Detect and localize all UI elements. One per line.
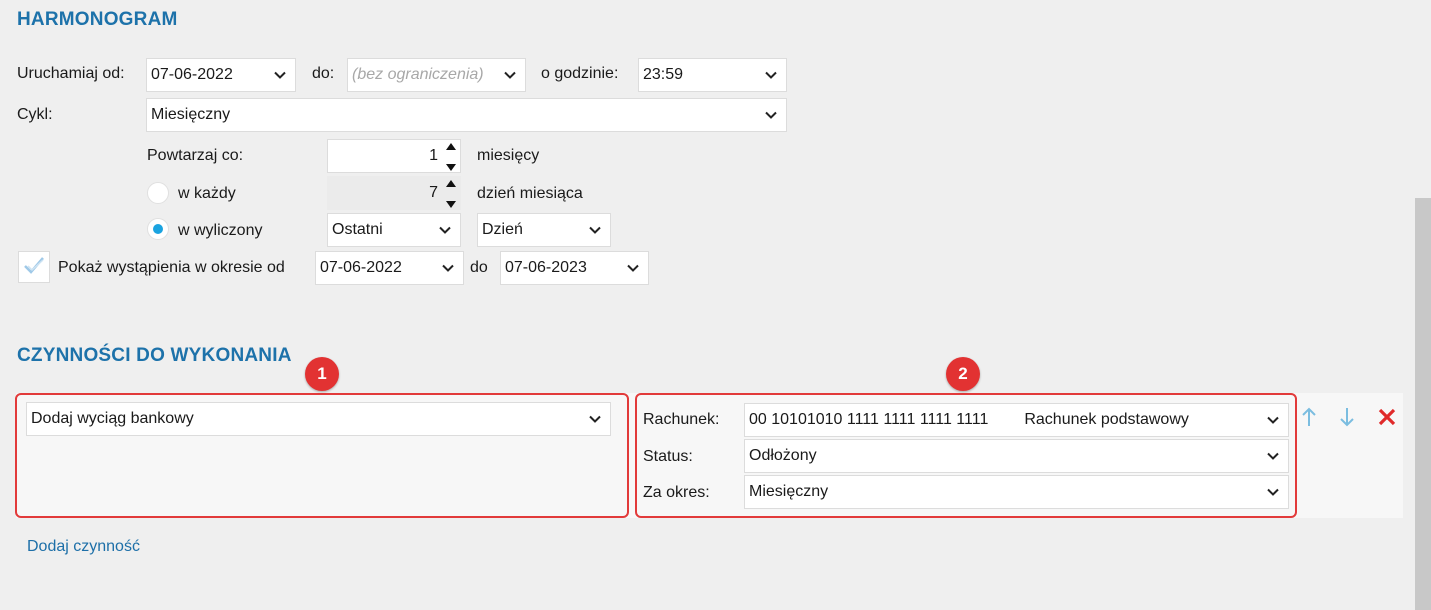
computed-which-value: Ostatni [332,221,383,238]
computed-radio[interactable] [147,218,169,240]
every-day-value: 7 [429,184,438,201]
arrow-up-icon[interactable] [1302,407,1316,432]
to-label: do: [312,65,335,82]
chevron-down-icon[interactable] [764,108,778,122]
chevron-down-icon[interactable] [1266,449,1280,463]
account-number: 00 10101010 1111 1111 1111 1111 [749,411,989,428]
cycle-select[interactable]: Miesięczny [146,98,787,132]
show-to-date-field[interactable]: 07-06-2023 [500,251,649,285]
show-from-value: 07-06-2022 [320,259,402,276]
chevron-down-icon[interactable] [1266,485,1280,499]
spin-down-icon[interactable] [446,195,456,213]
computed-label: w wyliczony [178,222,263,239]
chevron-down-icon[interactable] [503,68,517,82]
chevron-down-icon[interactable] [273,68,287,82]
badge-1: 1 [305,357,339,391]
arrow-down-icon[interactable] [1340,407,1354,432]
cycle-value: Miesięczny [151,106,231,123]
chevron-down-icon[interactable] [588,412,602,426]
action-type-value: Dodaj wyciąg bankowy [31,410,194,427]
chevron-down-icon[interactable] [1266,413,1280,427]
show-occurrences-checkbox[interactable] [18,251,50,283]
chevron-down-icon[interactable] [438,223,452,237]
status-select[interactable]: Odłożony [744,439,1289,473]
computed-kind-select[interactable]: Dzień [477,213,611,247]
show-from-date-field[interactable]: 07-06-2022 [315,251,464,285]
spin-up-icon[interactable] [446,137,456,155]
show-occurrences-label: Pokaż wystąpienia w okresie od [58,259,285,276]
time-select[interactable]: 23:59 [638,58,787,92]
computed-which-select[interactable]: Ostatni [327,213,461,247]
every-day-stepper[interactable]: 7 [327,176,461,210]
check-icon [23,256,45,279]
chevron-down-icon[interactable] [588,223,602,237]
chevron-down-icon[interactable] [441,261,455,275]
schedule-title: HARMONOGRAM [17,9,178,30]
every-unit: dzień miesiąca [477,185,583,202]
account-label: Rachunek: [643,411,720,428]
status-label: Status: [643,448,693,465]
repeat-stepper[interactable]: 1 [327,139,461,173]
period-select[interactable]: Miesięczny [744,475,1289,509]
run-to-date-field[interactable]: (bez ograniczenia) [347,58,526,92]
action-type-select[interactable]: Dodaj wyciąg bankowy [26,402,611,436]
status-value: Odłożony [749,447,817,464]
vertical-scrollbar[interactable] [1415,198,1431,610]
run-from-label: Uruchamiaj od: [17,65,125,82]
every-label: w każdy [178,185,236,202]
run-to-placeholder: (bez ograniczenia) [352,66,484,83]
delete-icon[interactable] [1377,407,1397,432]
badge-2: 2 [946,357,980,391]
show-to-value: 07-06-2023 [505,259,587,276]
account-name: Rachunek podstawowy [1024,411,1189,428]
computed-kind-value: Dzień [482,221,523,238]
account-select[interactable]: 00 10101010 1111 1111 1111 1111 Rachunek… [744,403,1289,437]
repeat-label: Powtarzaj co: [147,147,244,164]
show-to-label: do [470,259,488,276]
every-radio[interactable] [147,182,169,204]
cycle-label: Cykl: [17,106,53,123]
add-action-link[interactable]: Dodaj czynność [27,538,140,556]
at-time-label: o godzinie: [541,65,619,82]
period-value: Miesięczny [749,483,829,500]
run-from-date-field[interactable]: 07-06-2022 [146,58,296,92]
chevron-down-icon[interactable] [764,68,778,82]
time-value: 23:59 [643,66,684,83]
repeat-unit: miesięcy [477,147,540,164]
spin-up-icon[interactable] [446,174,456,192]
period-label: Za okres: [643,484,710,501]
repeat-value: 1 [429,147,438,164]
actions-title: CZYNNOŚCI DO WYKONANIA [17,345,292,366]
run-from-date-value: 07-06-2022 [151,66,233,83]
chevron-down-icon[interactable] [626,261,640,275]
